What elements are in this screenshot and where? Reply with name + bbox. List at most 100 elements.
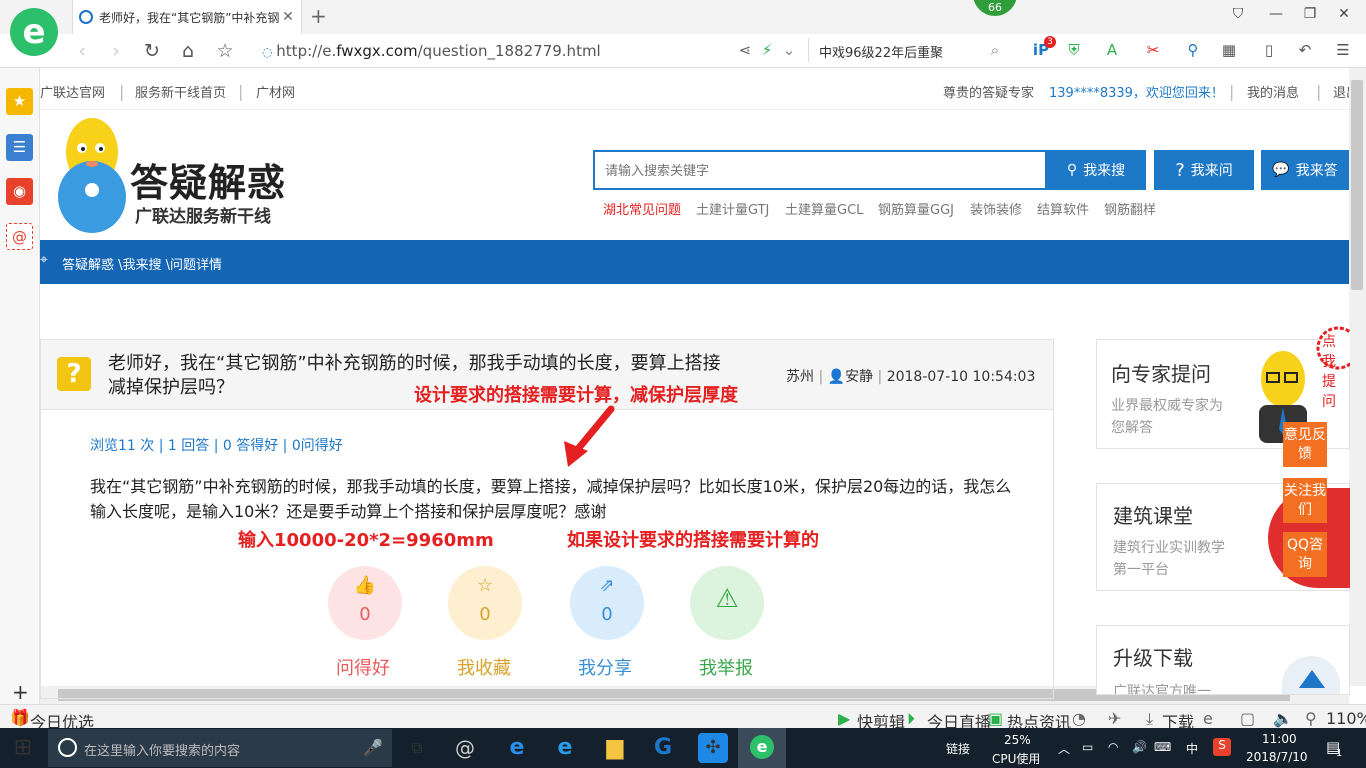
zoom-level[interactable]: 110% bbox=[1326, 709, 1366, 728]
ask-button[interactable]: ? 我来问 bbox=[1154, 150, 1254, 190]
task-view-icon[interactable]: ⧉ bbox=[402, 733, 432, 763]
breadcrumb[interactable]: 答疑解惑 \我来搜 \问题详情 bbox=[62, 258, 222, 273]
glodon-app-icon[interactable]: G bbox=[648, 733, 678, 763]
qq-consult-button[interactable]: QQ咨询 bbox=[1283, 532, 1327, 577]
share-label[interactable]: 我分享 bbox=[555, 654, 655, 680]
favorites-star-icon[interactable]: ★ bbox=[6, 88, 33, 115]
ie-icon[interactable]: e bbox=[550, 733, 580, 763]
wifi-icon[interactable]: ◠ bbox=[1108, 740, 1118, 754]
mascot-logo-icon[interactable] bbox=[52, 112, 132, 236]
taskbar-search[interactable]: 在这里输入你要搜索的内容 bbox=[48, 729, 392, 767]
search-icon[interactable]: ⌕ bbox=[984, 41, 1006, 59]
sound-icon[interactable]: 🔈 bbox=[1273, 709, 1293, 728]
ime-indicator[interactable]: 中 bbox=[1186, 740, 1198, 757]
annotation-note-3: 如果设计要求的搭接需要计算的 bbox=[567, 530, 819, 551]
link-service-home[interactable]: 服务新干线首页 bbox=[135, 82, 226, 101]
magnifier-icon[interactable]: ⚲ bbox=[1182, 41, 1204, 59]
hot-link-hubei[interactable]: 湖北常见问题 bbox=[603, 199, 681, 218]
link-glodon[interactable]: 广联达官网 bbox=[40, 82, 105, 101]
like-label[interactable]: 问得好 bbox=[313, 654, 413, 680]
windows-start-icon[interactable]: ⊞ bbox=[8, 733, 38, 763]
restore-button[interactable]: ❐ bbox=[1300, 6, 1320, 22]
new-tab-button[interactable]: + bbox=[310, 4, 327, 28]
hot-link-ggj[interactable]: 钢筋算量GGJ bbox=[878, 199, 954, 218]
search-input[interactable] bbox=[593, 150, 1047, 190]
collect-label[interactable]: 我收藏 bbox=[434, 654, 534, 680]
scissors-icon[interactable]: ✂ bbox=[1142, 41, 1164, 59]
star-icon: ☆ bbox=[476, 575, 494, 596]
refresh-icon[interactable]: ↻ bbox=[140, 40, 164, 62]
back-icon[interactable]: ‹ bbox=[70, 40, 94, 62]
apps-grid-icon[interactable]: ▦ bbox=[1218, 41, 1240, 59]
home-icon[interactable]: ⌂ bbox=[176, 40, 200, 62]
share-button[interactable]: ⇗ 0 bbox=[570, 566, 644, 640]
add-sidebar-icon[interactable]: + bbox=[12, 680, 29, 704]
answer-button[interactable]: 💬 我来答 bbox=[1261, 150, 1349, 190]
undo-icon[interactable]: ↶ bbox=[1294, 41, 1316, 59]
report-button[interactable]: ⚠ bbox=[690, 566, 764, 640]
email-icon[interactable]: @ bbox=[6, 223, 33, 250]
pin-icon[interactable]: ✈ bbox=[1108, 709, 1121, 728]
volume-icon[interactable]: 🔊 bbox=[1132, 740, 1147, 754]
divider: | bbox=[119, 82, 125, 101]
close-window-button[interactable]: ✕ bbox=[1334, 6, 1354, 22]
chevron-down-icon[interactable]: ⌄ bbox=[778, 41, 800, 59]
reader-mode-icon[interactable]: ▯ bbox=[1258, 41, 1280, 59]
hot-link-decor[interactable]: 装饰装修 bbox=[970, 199, 1022, 218]
logout-link[interactable]: 退出 bbox=[1333, 82, 1349, 101]
search-button[interactable]: ⚲ 我来搜 bbox=[1046, 150, 1146, 190]
menu-icon[interactable]: ☰ bbox=[1332, 41, 1354, 59]
welcome-user[interactable]: 139****8339，欢迎您回来！ bbox=[1049, 82, 1224, 101]
lightning-icon[interactable]: ⚡ bbox=[756, 41, 778, 59]
link-material-net[interactable]: 广材网 bbox=[256, 82, 295, 101]
active-tab[interactable]: 老师好，我在“其它钢筋”中补充钢 ✕ bbox=[72, 0, 302, 34]
links-toolbar[interactable]: 链接 bbox=[946, 740, 970, 757]
speed-icon[interactable]: ◔ bbox=[1072, 709, 1086, 728]
close-tab-icon[interactable]: ✕ bbox=[281, 9, 295, 25]
report-label[interactable]: 我举报 bbox=[676, 654, 776, 680]
hot-link-rebar[interactable]: 钢筋翻样 bbox=[1104, 199, 1156, 218]
share-icon: ⇗ bbox=[599, 575, 615, 596]
follow-us-button[interactable]: 关注我们 bbox=[1283, 478, 1327, 523]
clock-time[interactable]: 11:00 bbox=[1262, 732, 1297, 746]
shield-icon[interactable]: ⛨ bbox=[1063, 41, 1085, 59]
minimize-button[interactable]: — bbox=[1266, 6, 1286, 22]
hot-link-settlement[interactable]: 结算软件 bbox=[1037, 199, 1089, 218]
app-blue-icon[interactable]: ✣ bbox=[698, 733, 728, 763]
feedback-button[interactable]: 意见反馈 bbox=[1283, 422, 1327, 467]
active-browser-task[interactable]: e bbox=[738, 728, 786, 768]
url-field[interactable]: ◌ http://e.fwxgx.com/question_1882779.ht… bbox=[262, 42, 682, 60]
hot-link-gcl[interactable]: 土建算量GCL bbox=[785, 199, 863, 218]
like-button[interactable]: 👍 0 bbox=[328, 566, 402, 640]
hot-link-gtj[interactable]: 土建计量GTJ bbox=[696, 199, 769, 218]
reading-list-icon[interactable]: ☰ bbox=[6, 134, 33, 161]
shirt-icon[interactable]: ⛉ bbox=[1228, 6, 1248, 22]
keyboard-icon[interactable]: ⌨ bbox=[1154, 740, 1171, 754]
translate-icon[interactable]: A bbox=[1101, 41, 1123, 59]
clock-date[interactable]: 2018/7/10 bbox=[1246, 750, 1308, 764]
microphone-icon[interactable]: 🎤 bbox=[358, 733, 388, 763]
forward-icon[interactable]: › bbox=[104, 40, 128, 62]
favorite-star-icon[interactable]: ☆ bbox=[213, 40, 237, 62]
news-search-field[interactable]: 中戏96级22年后重聚 bbox=[808, 38, 1008, 62]
vertical-scroll-thumb[interactable] bbox=[1351, 80, 1363, 290]
tray-expand-icon[interactable]: ︿ bbox=[1058, 740, 1070, 757]
browser-logo-icon[interactable]: e bbox=[10, 8, 58, 56]
url-domain: fwxgx.com bbox=[336, 42, 418, 60]
file-explorer-icon[interactable]: ▆ bbox=[600, 733, 630, 763]
share-icon[interactable]: ⋖ bbox=[734, 41, 756, 59]
annotation-note-1: 设计要求的搭接需要计算，减保护层厚度 bbox=[414, 385, 738, 406]
question-user[interactable]: 安静 bbox=[845, 369, 873, 385]
battery-icon[interactable]: ▭ bbox=[1082, 740, 1093, 754]
clip-icon: ▶ bbox=[838, 709, 851, 728]
app-spiral-icon[interactable]: @ bbox=[450, 733, 480, 763]
my-messages-link[interactable]: 我的消息 bbox=[1247, 82, 1299, 101]
window-icon[interactable]: ▢ bbox=[1240, 709, 1255, 728]
sogou-icon[interactable]: S bbox=[1213, 738, 1231, 756]
ask-bubble-text[interactable]: 点我提问 bbox=[1322, 332, 1349, 412]
edge-icon[interactable]: e bbox=[502, 733, 532, 763]
collect-button[interactable]: ☆ 0 bbox=[448, 566, 522, 640]
cpu-label: CPU使用 bbox=[992, 752, 1041, 766]
weibo-icon[interactable]: ◉ bbox=[6, 178, 33, 205]
ie-mode-icon[interactable]: e bbox=[1203, 709, 1213, 728]
